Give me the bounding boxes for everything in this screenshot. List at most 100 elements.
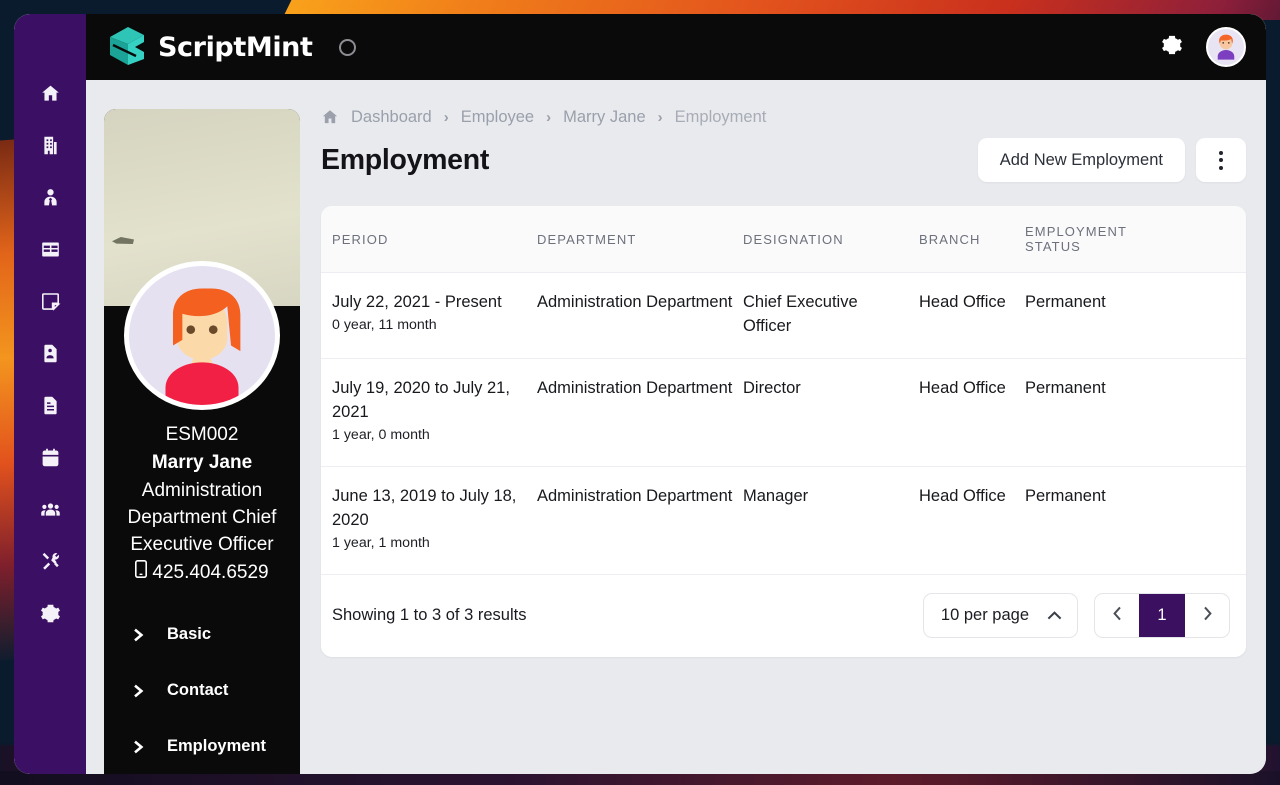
column-header-status-line1: EMPLOYMENT: [1025, 224, 1128, 239]
home-icon: [40, 83, 61, 109]
chevron-right-icon: [133, 740, 145, 754]
kebab-menu-icon[interactable]: [1225, 379, 1246, 397]
per-page-select[interactable]: 10 per page: [922, 593, 1078, 638]
brand-title: ScriptMint: [158, 31, 313, 63]
employee-role-line-2: Department Chief: [127, 507, 277, 528]
scriptmint-logo-icon[interactable]: [104, 25, 150, 69]
main-column: ScriptMint ESM002 Marry Jane Administrat…: [86, 14, 1266, 774]
cell-period: July 19, 2020 to July 21, 2021 1 year, 0…: [321, 358, 537, 467]
profile-text-block: ESM002 Marry Jane Administration Departm…: [104, 421, 300, 588]
cell-period: June 13, 2019 to July 18, 2020 1 year, 1…: [321, 466, 537, 575]
profile-sections-accordion: Basic Contact Employment: [104, 606, 300, 774]
sidebar-item-dashboard[interactable]: [24, 70, 76, 122]
breadcrumb-separator: ›: [657, 108, 663, 126]
column-header-actions: [1225, 206, 1246, 273]
tools-icon: [40, 551, 61, 577]
sidebar-item-company[interactable]: [24, 122, 76, 174]
breadcrumb-separator: ›: [546, 108, 552, 126]
kebab-menu-icon[interactable]: [1225, 293, 1246, 311]
settings-gear-button[interactable]: [1158, 33, 1186, 61]
profile-section-employment[interactable]: Employment: [104, 718, 300, 774]
cell-row-actions[interactable]: [1225, 272, 1246, 359]
cell-status: Permanent: [1025, 466, 1225, 575]
cell-branch: Head Office: [919, 272, 1025, 359]
cell-branch: Head Office: [919, 358, 1025, 467]
chevron-right-icon: [133, 684, 145, 698]
sticky-note-icon: [40, 291, 61, 317]
cell-period: July 22, 2021 - Present 0 year, 11 month: [321, 272, 537, 359]
sidebar-item-employee[interactable]: [24, 174, 76, 226]
employee-name: Marry Jane: [151, 452, 253, 473]
add-new-employment-button[interactable]: Add New Employment: [977, 138, 1185, 182]
per-page-label: 10 per page: [940, 606, 1029, 624]
employee-role-line-3: Executive Officer: [130, 534, 274, 555]
period-range: July 22, 2021 - Present: [332, 293, 502, 311]
chevron-right-icon: [1203, 606, 1212, 626]
user-avatar-icon: [1208, 29, 1244, 65]
profile-section-basic[interactable]: Basic: [104, 606, 300, 662]
cell-status: Permanent: [1025, 272, 1225, 359]
table-row[interactable]: June 13, 2019 to July 18, 2020 1 year, 1…: [321, 466, 1246, 575]
column-header-status-line2: STATUS: [1025, 239, 1081, 254]
user-tie-icon: [40, 187, 61, 213]
profile-avatar: [124, 261, 280, 410]
cell-designation: Chief Executive Officer: [743, 272, 919, 359]
page-title: Employment: [321, 143, 490, 176]
table-footer: Showing 1 to 3 of 3 results 10 per page: [321, 575, 1246, 657]
sidebar-item-notes[interactable]: [24, 278, 76, 330]
pagination-prev-button[interactable]: [1095, 594, 1139, 637]
cell-branch: Head Office: [919, 466, 1025, 575]
column-header-department: DEPARTMENT: [537, 206, 743, 273]
cell-row-actions[interactable]: [1225, 466, 1246, 575]
sidebar-item-documents[interactable]: [24, 382, 76, 434]
table-row[interactable]: July 19, 2020 to July 21, 2021 1 year, 0…: [321, 358, 1246, 467]
pagination-next-button[interactable]: [1185, 594, 1229, 637]
employee-role-line-1: Administration: [141, 480, 263, 501]
user-avatar-button[interactable]: [1206, 27, 1246, 67]
profile-section-label: Basic: [167, 624, 212, 643]
chevron-up-icon: [1047, 606, 1062, 625]
calendar-icon: [40, 447, 61, 473]
sidebar-item-teams[interactable]: [24, 486, 76, 538]
home-icon[interactable]: [321, 108, 339, 126]
kebab-menu-icon[interactable]: [1225, 487, 1246, 505]
sidebar-item-tools[interactable]: [24, 538, 76, 590]
period-duration: 0 year, 11 month: [332, 317, 437, 333]
employment-table: PERIOD DEPARTMENT DESIGNATION BRANCH EMP…: [321, 206, 1246, 575]
cell-department: Administration Department: [537, 272, 743, 359]
table-icon: [40, 239, 61, 265]
users-icon: [40, 499, 61, 525]
cell-row-actions[interactable]: [1225, 358, 1246, 467]
gear-icon: [40, 603, 61, 629]
employee-code: ESM002: [165, 424, 239, 445]
table-row[interactable]: July 22, 2021 - Present 0 year, 11 month…: [321, 272, 1246, 359]
pagination-page-1[interactable]: 1: [1139, 594, 1185, 637]
page-header-row: Employment Add New Employment: [321, 138, 1246, 182]
column-header-designation: DESIGNATION: [743, 206, 919, 273]
results-summary: Showing 1 to 3 of 3 results: [332, 606, 527, 624]
cell-designation: Director: [743, 358, 919, 467]
building-icon: [40, 135, 61, 161]
breadcrumb-item-employee[interactable]: Employee: [461, 108, 534, 127]
sidebar-item-grid[interactable]: [24, 226, 76, 278]
table-header-row: PERIOD DEPARTMENT DESIGNATION BRANCH EMP…: [321, 206, 1246, 273]
period-range: July 19, 2020 to July 21, 2021: [332, 379, 510, 421]
file-lines-icon: [40, 395, 61, 421]
profile-section-contact[interactable]: Contact: [104, 662, 300, 718]
employee-phone: 425.404.6529: [110, 558, 294, 588]
breadcrumb-item-dashboard[interactable]: Dashboard: [351, 108, 432, 127]
top-bar: ScriptMint: [86, 14, 1266, 80]
column-header-branch: BRANCH: [919, 206, 1025, 273]
file-user-icon: [40, 343, 61, 369]
sidebar-item-calendar[interactable]: [24, 434, 76, 486]
content-body: ESM002 Marry Jane Administration Departm…: [86, 80, 1266, 774]
breadcrumb: Dashboard › Employee › Marry Jane › Empl…: [321, 102, 1246, 132]
sidebar-item-settings[interactable]: [24, 590, 76, 642]
page-more-actions-button[interactable]: [1196, 138, 1246, 182]
sidebar-item-resume[interactable]: [24, 330, 76, 382]
breadcrumb-item-marry-jane[interactable]: Marry Jane: [563, 108, 646, 127]
employee-profile-card: ESM002 Marry Jane Administration Departm…: [104, 109, 300, 774]
period-duration: 1 year, 1 month: [332, 535, 430, 551]
period-range: June 13, 2019 to July 18, 2020: [332, 487, 517, 529]
gear-icon: [1161, 34, 1183, 61]
